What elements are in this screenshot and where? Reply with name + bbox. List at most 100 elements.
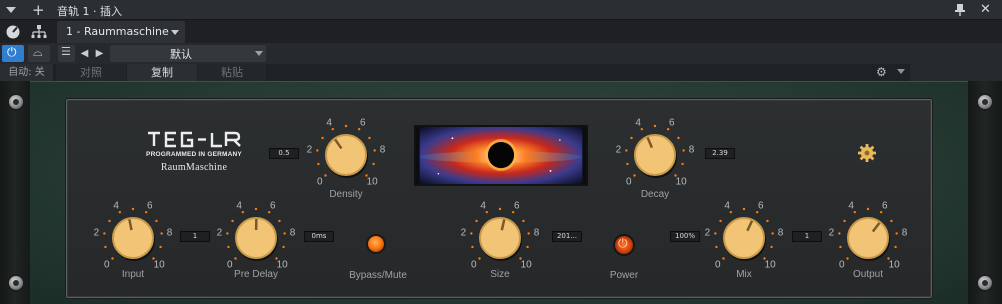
knob-scale-label: 6 xyxy=(758,201,764,212)
knob-tick xyxy=(630,136,633,140)
knob-tick xyxy=(682,149,685,152)
pre-delay-label: Pre Delay xyxy=(234,269,278,280)
knob-scale-label: 8 xyxy=(167,228,173,239)
knob-tick xyxy=(838,232,841,235)
compare-ab-button[interactable] xyxy=(28,45,50,62)
knob-tick xyxy=(640,127,644,131)
knob-scale-label: 2 xyxy=(829,228,835,239)
knob-tick xyxy=(771,232,774,235)
black-hole-display xyxy=(414,125,588,186)
knob-cap xyxy=(634,134,676,176)
close-icon[interactable]: ✕ xyxy=(980,1,991,19)
window-menu-arrow-icon[interactable] xyxy=(6,7,16,13)
knob-scale-label: 0 xyxy=(317,177,323,188)
knob-scale-label: 4 xyxy=(236,201,242,212)
knob-tick xyxy=(155,219,158,223)
knob-tick xyxy=(526,245,529,249)
rack-ear-right xyxy=(968,81,1002,304)
knob-tick xyxy=(626,162,629,166)
brand-subtitle: PROGRAMMED IN GERMANY xyxy=(146,151,242,158)
knob-tick xyxy=(160,232,163,235)
compare-button[interactable]: 对照 xyxy=(56,64,126,81)
gear-menu-chevron-icon[interactable] xyxy=(897,69,905,74)
knob-scale-label: 6 xyxy=(514,201,520,212)
knob-scale-label: 10 xyxy=(367,177,379,188)
power-button[interactable] xyxy=(613,234,635,256)
paste-button[interactable]: 粘贴 xyxy=(198,64,266,81)
channel-toggle-icon[interactable] xyxy=(4,23,22,41)
plugin-power-button[interactable] xyxy=(2,45,24,62)
knob-tick xyxy=(373,149,376,152)
decay-label: Decay xyxy=(640,189,670,200)
knob-tick xyxy=(227,245,230,249)
decay-value-field[interactable]: 2.39 xyxy=(705,148,735,159)
input-label: Input xyxy=(121,269,145,280)
preset-button-bar: 自动: 关 对照 复制 粘贴 ⚙ xyxy=(0,64,1002,81)
knob-scale-label: 2 xyxy=(616,145,622,156)
knob-scale-label: 2 xyxy=(705,228,711,239)
knob-tick xyxy=(742,207,746,211)
plugin-control-bar: ◀ ▶ 默认 xyxy=(0,43,1002,64)
knob-tick xyxy=(324,174,327,177)
knob-scale-label: 2 xyxy=(461,228,467,239)
input-value-field[interactable]: 1 xyxy=(180,231,210,242)
output-label: Output xyxy=(852,269,884,280)
bypass-mute-button[interactable] xyxy=(366,234,386,254)
knob-scale-label: 2 xyxy=(94,228,100,239)
window-titlebar: + 音轨 1 · 插入 ✕ xyxy=(0,0,1002,20)
knob-tick xyxy=(226,232,229,235)
knob-scale-label: 4 xyxy=(848,201,854,212)
knob-tick xyxy=(234,257,237,260)
preset-list-button[interactable] xyxy=(58,45,75,62)
preset-prev-button[interactable]: ◀ xyxy=(78,45,91,62)
knob-scale-label: 6 xyxy=(669,118,675,129)
plugin-tab-bar: 1 - Raummaschine xyxy=(0,20,1002,43)
knob-scale-label: 8 xyxy=(689,145,695,156)
plugin-instance-label: 1 - Raummaschine xyxy=(66,25,169,38)
knob-tick xyxy=(104,245,107,249)
add-insert-icon[interactable]: + xyxy=(32,1,45,19)
pin-icon[interactable] xyxy=(954,3,966,17)
knob-tick xyxy=(368,136,371,140)
knob-tick xyxy=(729,210,733,214)
knob-scale-label: 2 xyxy=(217,228,223,239)
knob-tick xyxy=(677,136,680,140)
knob-tick xyxy=(118,210,122,214)
knob-tick xyxy=(714,232,717,235)
density-value-field[interactable]: 0.5 xyxy=(269,148,299,159)
knob-tick xyxy=(719,219,722,223)
knob-cap xyxy=(723,217,765,259)
screw-icon xyxy=(976,93,994,111)
knob-tick xyxy=(475,219,478,223)
knob-tick xyxy=(478,257,481,260)
preset-next-button[interactable]: ▶ xyxy=(93,45,106,62)
knob-tick xyxy=(108,219,111,223)
knob-tick xyxy=(131,207,135,211)
knob-scale-label: 4 xyxy=(635,118,641,129)
knob-scale-label: 6 xyxy=(147,201,153,212)
product-name: RaumMaschine xyxy=(160,162,228,173)
knob-tick xyxy=(317,162,320,166)
gear-icon[interactable]: ⚙ xyxy=(876,65,890,79)
routing-icon[interactable] xyxy=(30,23,48,41)
automation-toggle[interactable]: 自动: 关 xyxy=(0,64,53,81)
knob-tick xyxy=(653,124,657,128)
output-value-field[interactable]: 1 xyxy=(792,231,822,242)
pre-delay-value-field[interactable]: 0ms xyxy=(304,231,334,242)
knob-scale-label: 4 xyxy=(724,201,730,212)
mix-value-field[interactable]: 100% xyxy=(670,231,700,242)
density-label: Density xyxy=(329,189,363,200)
size-value-field[interactable]: 201... xyxy=(552,231,582,242)
knob-tick xyxy=(498,207,502,211)
preset-select[interactable]: 默认 xyxy=(110,45,266,62)
knob-tick xyxy=(894,245,897,249)
knob-scale-label: 10 xyxy=(676,177,688,188)
knob-scale-label: 0 xyxy=(626,177,632,188)
gear-icon[interactable] xyxy=(857,143,877,163)
rack-ear-left xyxy=(0,81,30,304)
knob-tick xyxy=(853,210,857,214)
plugin-instance-tab[interactable]: 1 - Raummaschine xyxy=(57,21,185,43)
knob-tick xyxy=(344,124,348,128)
copy-button[interactable]: 复制 xyxy=(127,64,197,81)
knob-tick xyxy=(485,210,489,214)
